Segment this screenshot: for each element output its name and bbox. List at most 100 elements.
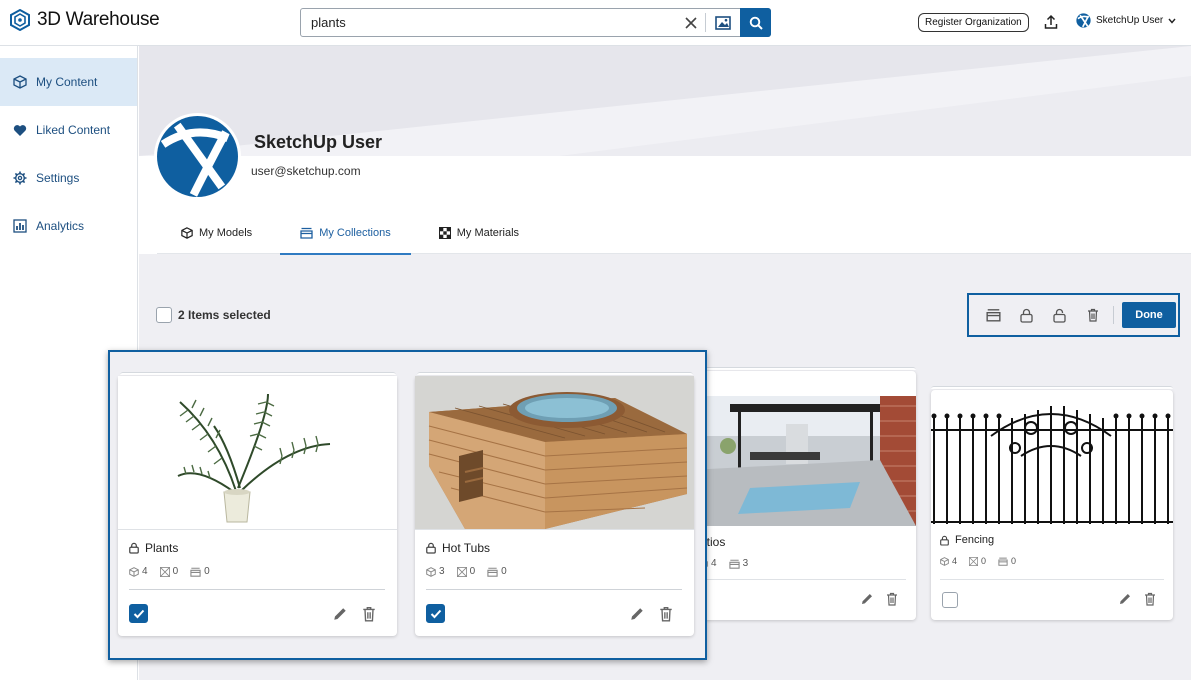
image-icon	[715, 15, 731, 30]
lock-icon	[1020, 308, 1033, 323]
warehouse-logo-icon	[10, 9, 30, 31]
collection-count-stat: 0	[998, 556, 1016, 566]
collection-icon	[300, 227, 313, 239]
card-title: Fencing	[955, 534, 995, 546]
trash-icon[interactable]	[1144, 592, 1156, 606]
selected-items-highlight: Plants 4 0 0 Hot Tubs 3 0 0	[108, 350, 707, 660]
collection-count-stat: 3	[728, 558, 748, 569]
done-button[interactable]: Done	[1122, 302, 1176, 328]
collection-card-fencing[interactable]: Fencing 4 0 0	[931, 390, 1173, 620]
search-input[interactable]	[301, 9, 677, 36]
collection-card-plants[interactable]: Plants 4 0 0	[118, 376, 397, 636]
user-menu[interactable]: SketchUp User	[1076, 13, 1176, 28]
card-stats: 3 0 0	[426, 566, 513, 577]
search-bar	[300, 8, 771, 37]
search-button[interactable]	[740, 8, 771, 37]
edit-icon[interactable]	[332, 606, 348, 622]
image-search-button[interactable]	[706, 9, 740, 36]
upload-icon[interactable]	[1043, 14, 1059, 30]
collection-count-stat: 0	[190, 566, 210, 577]
gear-icon	[13, 171, 27, 185]
select-all-checkbox[interactable]	[156, 307, 172, 323]
add-to-collection-button[interactable]	[977, 300, 1010, 330]
tab-label: My Collections	[319, 227, 391, 239]
register-organization-button[interactable]: Register Organization	[918, 13, 1029, 32]
sidebar-item-analytics[interactable]: Analytics	[0, 202, 137, 250]
card-title: Hot Tubs	[442, 541, 491, 555]
edit-icon[interactable]	[629, 606, 645, 622]
bulk-actions-toolbar: Done	[967, 293, 1180, 337]
trash-icon[interactable]	[362, 606, 376, 622]
bar-chart-icon	[13, 219, 27, 233]
model-count: 3	[439, 566, 445, 577]
edit-icon[interactable]	[860, 592, 874, 606]
card-actions	[629, 606, 673, 622]
check-icon	[133, 609, 144, 618]
user-avatar-icon	[1076, 13, 1091, 28]
card-stack-edge	[120, 372, 396, 375]
tab-label: My Models	[199, 227, 253, 239]
card-stats: 4 0 0	[129, 566, 216, 577]
card-select-checkbox[interactable]	[942, 592, 958, 608]
card-actions	[1118, 592, 1156, 606]
user-avatar-icon	[157, 116, 238, 197]
cube-icon	[13, 75, 27, 89]
card-select-checkbox[interactable]	[129, 604, 148, 623]
model-count-stat: 4	[129, 566, 148, 577]
tab-my-models[interactable]: My Models	[157, 212, 276, 254]
sidebar-item-my-content[interactable]: My Content	[0, 58, 137, 106]
material-count: 0	[981, 556, 987, 566]
card-select-checkbox[interactable]	[426, 604, 445, 623]
content-tabs: My Models My Collections My Materials	[157, 212, 1191, 255]
model-count: 4	[952, 556, 958, 566]
trash-icon[interactable]	[659, 606, 673, 622]
clear-search-button[interactable]	[677, 9, 705, 36]
delete-selected-button[interactable]	[1076, 300, 1109, 330]
cube-icon	[940, 556, 949, 566]
card-divider	[940, 579, 1164, 580]
cube-icon	[129, 566, 139, 577]
trash-icon	[1087, 308, 1098, 322]
card-title-row: Plants	[129, 541, 178, 555]
user-name-label: SketchUp User	[1096, 15, 1164, 26]
material-count-stat: 0	[969, 556, 986, 566]
material-count-stat: 0	[456, 566, 476, 577]
material-count: 0	[469, 566, 476, 577]
thumbnail-divider	[415, 529, 694, 530]
collection-card-patios[interactable]: atios 4 3	[690, 371, 916, 620]
collection-thumbnail	[931, 396, 1173, 526]
model-count: 4	[142, 566, 148, 577]
make-public-button[interactable]	[1043, 300, 1076, 330]
collection-thumbnail	[415, 376, 694, 529]
brand[interactable]: 3D Warehouse	[10, 9, 160, 31]
search-icon	[749, 16, 763, 30]
cube-icon	[426, 566, 436, 577]
selection-row: 2 Items selected	[156, 307, 271, 323]
make-private-button[interactable]	[1010, 300, 1043, 330]
collection-card-hot-tubs[interactable]: Hot Tubs 3 0 0	[415, 376, 694, 636]
sidebar-item-settings[interactable]: Settings	[0, 154, 137, 202]
sidebar-item-label: My Content	[36, 75, 98, 89]
lock-icon	[940, 535, 949, 546]
card-divider	[426, 589, 682, 590]
collection-icon	[487, 567, 498, 577]
collection-count: 0	[501, 566, 507, 577]
toolbar-separator	[1113, 306, 1114, 324]
tab-my-collections[interactable]: My Collections	[276, 212, 415, 255]
check-icon	[430, 609, 441, 618]
card-title-row: Hot Tubs	[426, 541, 490, 555]
app-title: 3D Warehouse	[37, 9, 160, 30]
sidebar-item-liked-content[interactable]: Liked Content	[0, 106, 137, 154]
model-count: 4	[711, 558, 717, 569]
edit-icon[interactable]	[1118, 592, 1132, 606]
card-stack-edge	[417, 372, 693, 375]
tab-my-materials[interactable]: My Materials	[415, 212, 543, 254]
avatar	[154, 113, 241, 200]
profile-name: SketchUp User	[254, 132, 383, 152]
collection-count-stat: 0	[487, 566, 507, 577]
unlock-icon	[1053, 308, 1066, 323]
trash-icon[interactable]	[886, 592, 898, 606]
selection-count: 2 Items selected	[178, 308, 271, 322]
material-icon	[969, 556, 979, 566]
